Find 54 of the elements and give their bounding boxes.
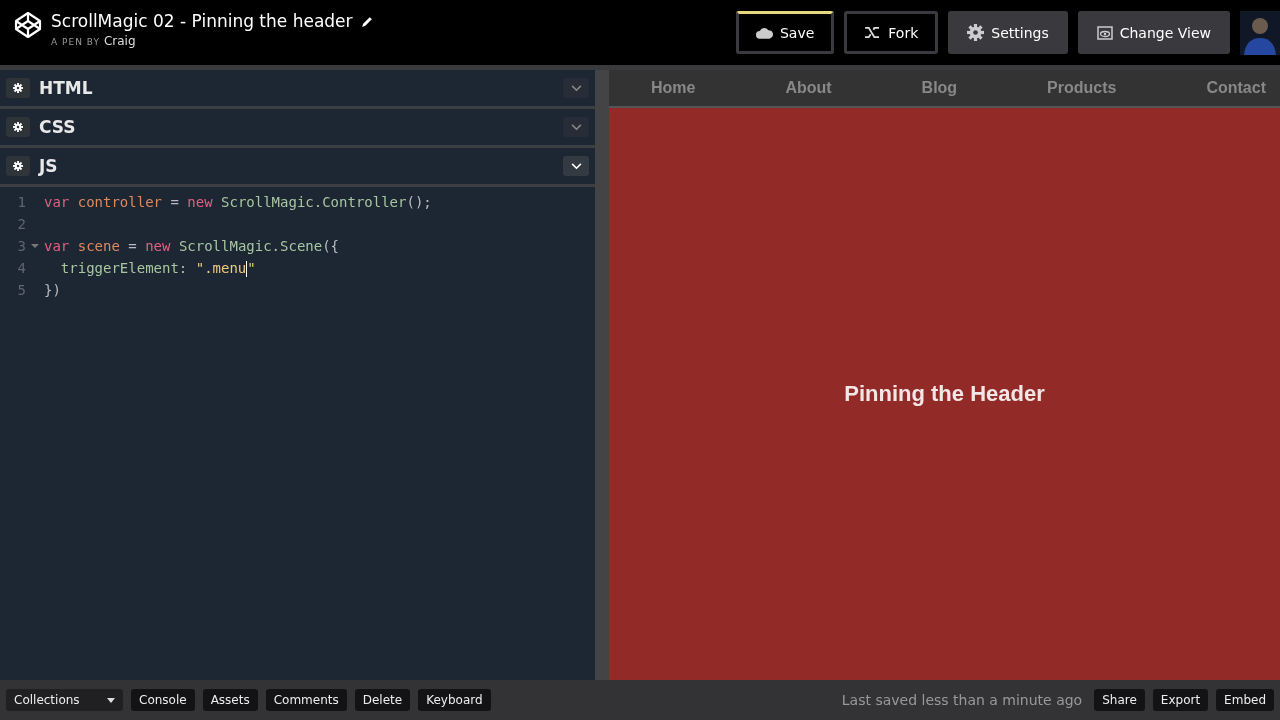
caret-icon [107, 697, 115, 703]
author-link[interactable]: Craig [103, 34, 136, 48]
code-line: }) [44, 282, 61, 298]
code-line: var scene = new ScrollMagic.Scene({ [44, 238, 340, 254]
footer-button[interactable]: Embed [1216, 689, 1274, 711]
code-line: triggerElement: ".menu" [59, 259, 256, 277]
fork-icon [864, 26, 882, 39]
view-button[interactable]: Change View [1077, 11, 1230, 54]
line-number: 2 [16, 216, 26, 232]
footer-button[interactable]: Share [1094, 689, 1145, 711]
cloud-icon [755, 26, 773, 39]
eye-window-icon [1096, 25, 1113, 40]
nav-link[interactable]: Products [1047, 79, 1117, 97]
cube-logo-icon[interactable] [14, 11, 42, 39]
code-line: var controller = new ScrollMagic.Controller(); [44, 194, 432, 210]
user-avatar[interactable] [1240, 10, 1280, 55]
collections-dropdown[interactable]: Collections [6, 689, 123, 711]
pencil-icon[interactable] [360, 14, 374, 28]
fork-button[interactable]: Fork [844, 11, 939, 54]
save-button[interactable]: Save [735, 11, 835, 54]
editor-title: CSS [39, 117, 77, 137]
line-number: 3 [16, 238, 26, 254]
settings-icon[interactable] [6, 156, 30, 176]
fold-arrow-icon[interactable] [31, 243, 39, 249]
pen-title: ScrollMagic 02 - Pinning the header [51, 11, 353, 31]
line-number: 1 [16, 194, 26, 210]
byline-label: A PEN BY [51, 37, 100, 47]
nav-link[interactable]: Home [651, 79, 696, 97]
settings-icon[interactable] [6, 78, 30, 98]
collapse-toggle[interactable] [563, 117, 589, 137]
preview-heading: Pinning the Header [844, 381, 1045, 407]
footer-button[interactable]: Export [1152, 689, 1209, 711]
settings-icon[interactable] [6, 117, 30, 137]
collapse-toggle[interactable] [563, 78, 589, 98]
editor-title: JS [39, 156, 59, 176]
line-number: 4 [16, 260, 26, 276]
nav-link[interactable]: Blog [921, 79, 958, 97]
footer-button[interactable]: Assets [202, 689, 258, 711]
footer-button[interactable]: Comments [265, 689, 347, 711]
footer-button[interactable]: Delete [354, 689, 411, 711]
collapse-toggle[interactable] [563, 156, 589, 176]
editor-title: HTML [39, 78, 94, 98]
nav-link[interactable]: About [785, 79, 832, 97]
nav-link[interactable]: Contact [1206, 79, 1266, 97]
save-status: Last saved less than a minute ago [841, 692, 1083, 708]
code-editor[interactable]: 1 var controller = new ScrollMagic.Controller(); 2 3 var scene = new ScrollMagic.Scene({ 4 triggerElement: ".menu" 5 }) [0, 187, 595, 301]
footer-button[interactable]: Console [131, 689, 195, 711]
line-number: 5 [16, 282, 26, 298]
settings-button[interactable]: Settings [948, 11, 1068, 54]
chevron-icon [570, 123, 582, 131]
settings-icon [967, 24, 985, 41]
footer-button[interactable]: Keyboard [418, 689, 491, 711]
chevron-icon [570, 162, 582, 170]
chevron-icon [570, 84, 582, 92]
